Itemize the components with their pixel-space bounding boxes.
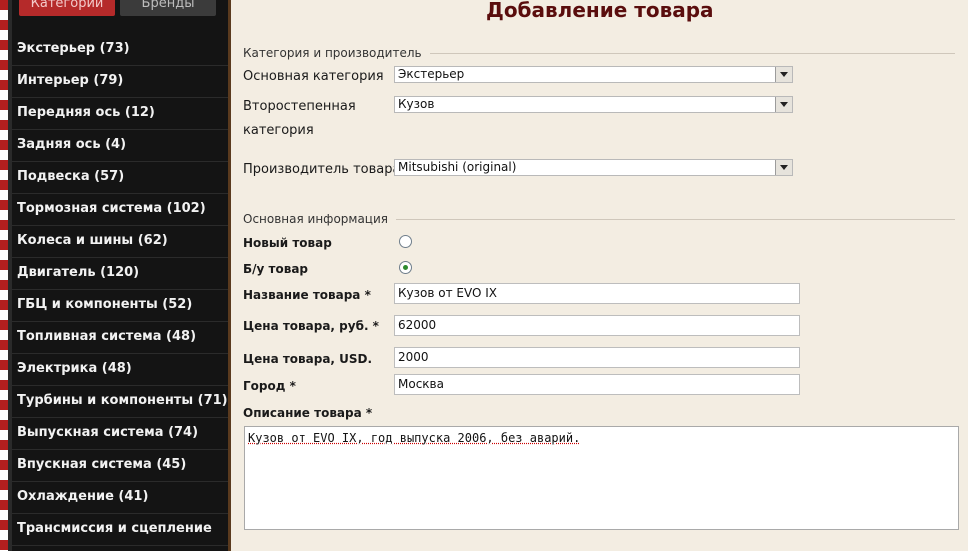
- secondary-category-label-2: категория: [243, 123, 314, 138]
- name-input[interactable]: Кузов от EVO IX: [394, 283, 800, 304]
- sidebar-item-cooling[interactable]: Охлаждение (41): [12, 482, 228, 514]
- sidebar: Категории Бренды Экстерьер (73) Интерьер…: [0, 0, 228, 551]
- radio-new[interactable]: [399, 235, 412, 248]
- secondary-category-value: Кузов: [398, 97, 435, 111]
- main-category-select[interactable]: Экстерьер: [394, 66, 793, 83]
- sidebar-item-suspension[interactable]: Подвеска (57): [12, 162, 228, 194]
- sidebar-item-engine[interactable]: Двигатель (120): [12, 258, 228, 290]
- sidebar-item-intake[interactable]: Впускная система (45): [12, 450, 228, 482]
- radio-used[interactable]: [399, 261, 412, 274]
- manufacturer-label: Производитель товара: [243, 162, 401, 177]
- section-legend-category: Категория и производитель: [243, 46, 430, 60]
- sidebar-item-exterior[interactable]: Экстерьер (73): [12, 34, 228, 66]
- chevron-down-icon[interactable]: [775, 67, 792, 82]
- main-category-value: Экстерьер: [398, 67, 465, 81]
- category-list: Экстерьер (73) Интерьер (79) Передняя ос…: [12, 34, 228, 546]
- sidebar-item-wheels[interactable]: Колеса и шины (62): [12, 226, 228, 258]
- description-text: Кузов от EVO IX, год выпуска 2006, без а…: [248, 431, 581, 445]
- decorative-stripe: [0, 0, 8, 551]
- chevron-down-icon[interactable]: [775, 160, 792, 175]
- description-label: Описание товара *: [243, 406, 373, 420]
- sidebar-item-turbo[interactable]: Турбины и компоненты (71): [12, 386, 228, 418]
- page-title: Добавление товара: [486, 0, 714, 22]
- city-label: Город *: [243, 379, 296, 393]
- city-input[interactable]: Москва: [394, 374, 800, 395]
- sidebar-item-rear-axle[interactable]: Задняя ось (4): [12, 130, 228, 162]
- price-usd-label: Цена товара, USD.: [243, 352, 373, 366]
- sidebar-item-transmission[interactable]: Трансмиссия и сцепление (55): [12, 514, 228, 546]
- sidebar-item-fuel-system[interactable]: Топливная система (48): [12, 322, 228, 354]
- sidebar-item-cylinder-head[interactable]: ГБЦ и компоненты (52): [12, 290, 228, 322]
- name-label: Название товара *: [243, 288, 371, 302]
- price-usd-input[interactable]: 2000: [394, 347, 800, 368]
- chevron-down-icon[interactable]: [775, 97, 792, 112]
- section-legend-info: Основная информация: [243, 212, 396, 226]
- sidebar-item-front-axle[interactable]: Передняя ось (12): [12, 98, 228, 130]
- sidebar-item-electrics[interactable]: Электрика (48): [12, 354, 228, 386]
- description-textarea[interactable]: Кузов от EVO IX, год выпуска 2006, без а…: [244, 426, 959, 530]
- main-category-label: Основная категория: [243, 69, 384, 84]
- sidebar-item-exhaust[interactable]: Выпускная система (74): [12, 418, 228, 450]
- price-rub-input[interactable]: 62000: [394, 315, 800, 336]
- manufacturer-value: Mitsubishi (original): [398, 160, 517, 174]
- sidebar-item-interior[interactable]: Интерьер (79): [12, 66, 228, 98]
- price-rub-label: Цена товара, руб. *: [243, 319, 379, 333]
- tab-brands[interactable]: Бренды: [120, 0, 216, 16]
- manufacturer-select[interactable]: Mitsubishi (original): [394, 159, 793, 176]
- tab-categories[interactable]: Категории: [19, 0, 115, 16]
- main-content: Добавление товара Категория и производит…: [231, 0, 968, 551]
- secondary-category-select[interactable]: Кузов: [394, 96, 793, 113]
- sidebar-item-brakes[interactable]: Тормозная система (102): [12, 194, 228, 226]
- used-item-label: Б/у товар: [243, 262, 309, 276]
- secondary-category-label: Второстепенная: [243, 99, 356, 114]
- new-item-label: Новый товар: [243, 236, 332, 250]
